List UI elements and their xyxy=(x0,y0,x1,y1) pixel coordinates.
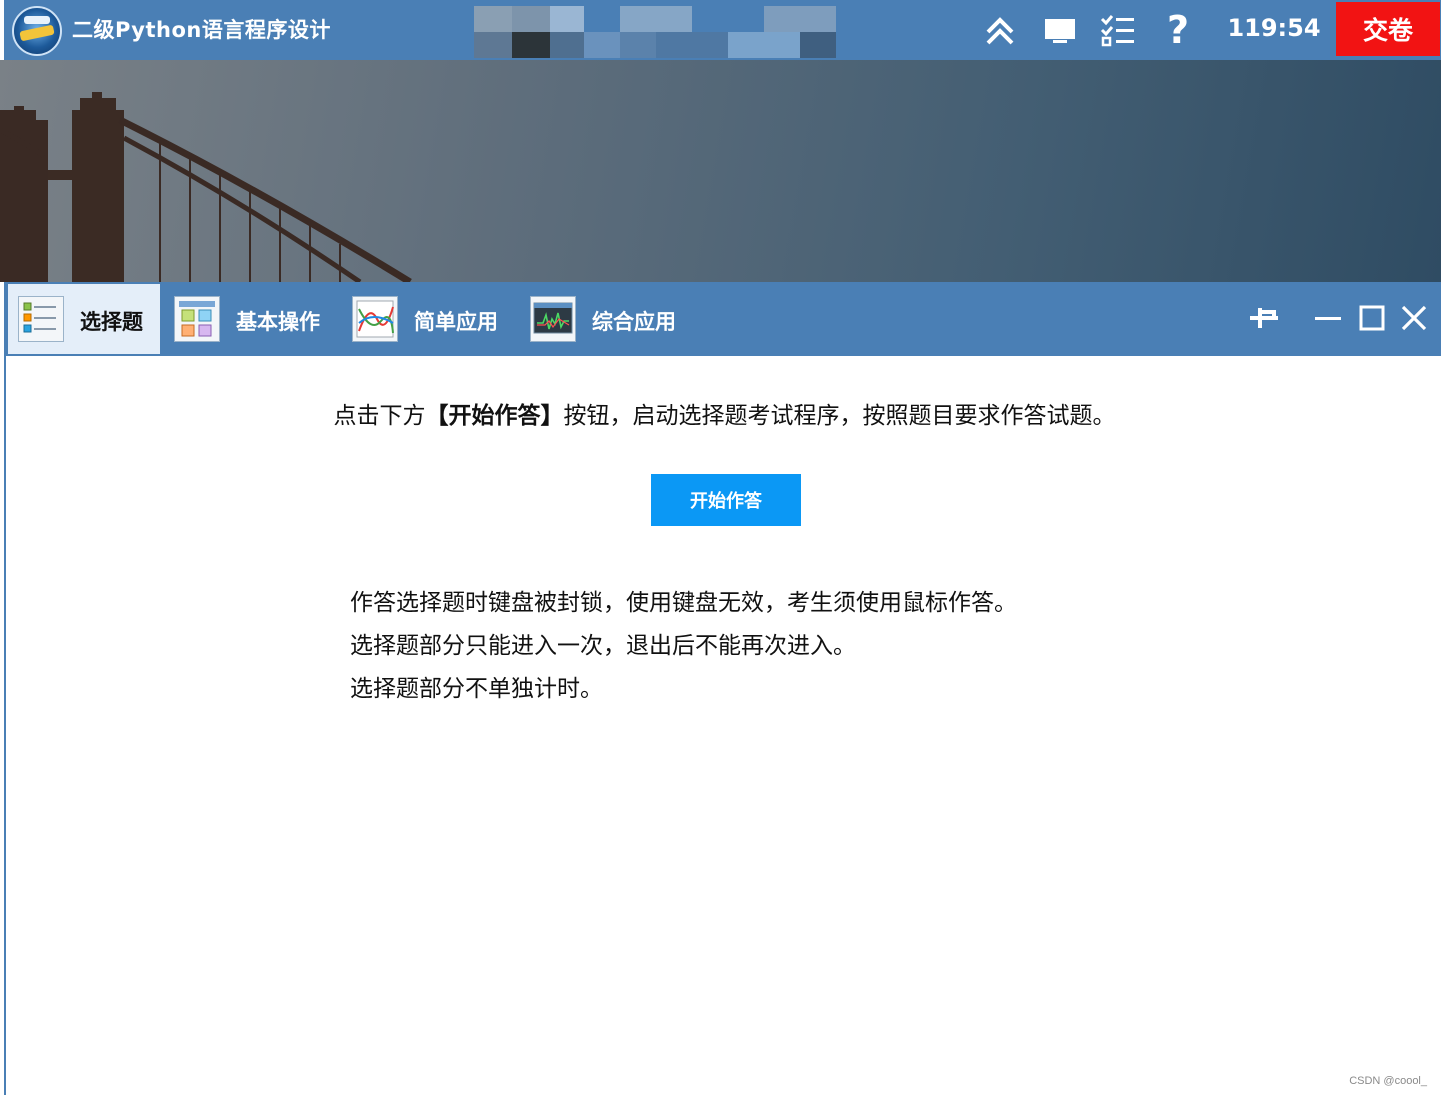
note-item: 选择题部分只能进入一次，退出后不能再次进入。 xyxy=(350,633,856,659)
monitor-icon[interactable] xyxy=(1040,10,1080,50)
basic-operation-icon xyxy=(174,296,220,342)
app-logo-icon xyxy=(12,6,62,56)
notes-list: 作答选择题时键盘被封锁，使用键盘无效，考生须使用鼠标作答。 选择题部分只能进入一… xyxy=(350,582,1017,711)
tab-label: 简单应用 xyxy=(414,310,498,334)
submit-exam-button[interactable]: 交卷 xyxy=(1336,2,1440,56)
help-icon[interactable]: ? xyxy=(1160,8,1196,52)
tab-label: 选择题 xyxy=(80,310,143,334)
tab-basic-operations[interactable]: 基本操作 xyxy=(164,284,336,354)
start-answering-button[interactable]: 开始作答 xyxy=(651,474,801,526)
watermark: CSDN @coool_ xyxy=(1349,1075,1427,1087)
maximize-icon[interactable] xyxy=(1352,298,1392,338)
tab-choice-questions[interactable]: 选择题 xyxy=(8,284,160,354)
redacted-area xyxy=(474,6,878,58)
note-item: 选择题部分不单独计时。 xyxy=(350,676,603,702)
tab-comprehensive-application[interactable]: 综合应用 xyxy=(520,284,692,354)
tab-label: 综合应用 xyxy=(592,310,676,334)
simple-application-icon xyxy=(352,296,398,342)
note-item: 作答选择题时键盘被封锁，使用键盘无效，考生须使用鼠标作答。 xyxy=(350,590,1017,616)
tab-bar: 选择题 基本操作 简单应用 综合应用 xyxy=(6,282,1441,356)
close-icon[interactable] xyxy=(1394,298,1434,338)
tab-simple-application[interactable]: 简单应用 xyxy=(342,284,514,354)
instruction-text: 点击下方【开始作答】按钮，启动选择题考试程序，按照题目要求作答试题。 xyxy=(333,403,1116,429)
title-bar: 二级Python语言程序设计 ? 119:54 交卷 xyxy=(4,0,1441,62)
exam-panel: 选择题 基本操作 简单应用 综合应用 点击下方【开始作答】按钮，启动选择题考试程… xyxy=(4,282,1441,1095)
background-photo xyxy=(0,60,1441,282)
app-title: 二级Python语言程序设计 xyxy=(72,18,331,42)
tab-label: 基本操作 xyxy=(236,310,320,334)
countdown-timer: 119:54 xyxy=(1227,14,1321,42)
minimize-icon[interactable] xyxy=(1308,298,1348,338)
choice-question-icon xyxy=(18,296,64,342)
checklist-icon[interactable] xyxy=(1098,10,1138,50)
comprehensive-application-icon xyxy=(530,296,576,342)
pin-icon[interactable] xyxy=(1244,298,1284,338)
collapse-up-icon[interactable] xyxy=(980,10,1020,50)
instruction-emphasis: 【开始作答】 xyxy=(425,403,564,429)
